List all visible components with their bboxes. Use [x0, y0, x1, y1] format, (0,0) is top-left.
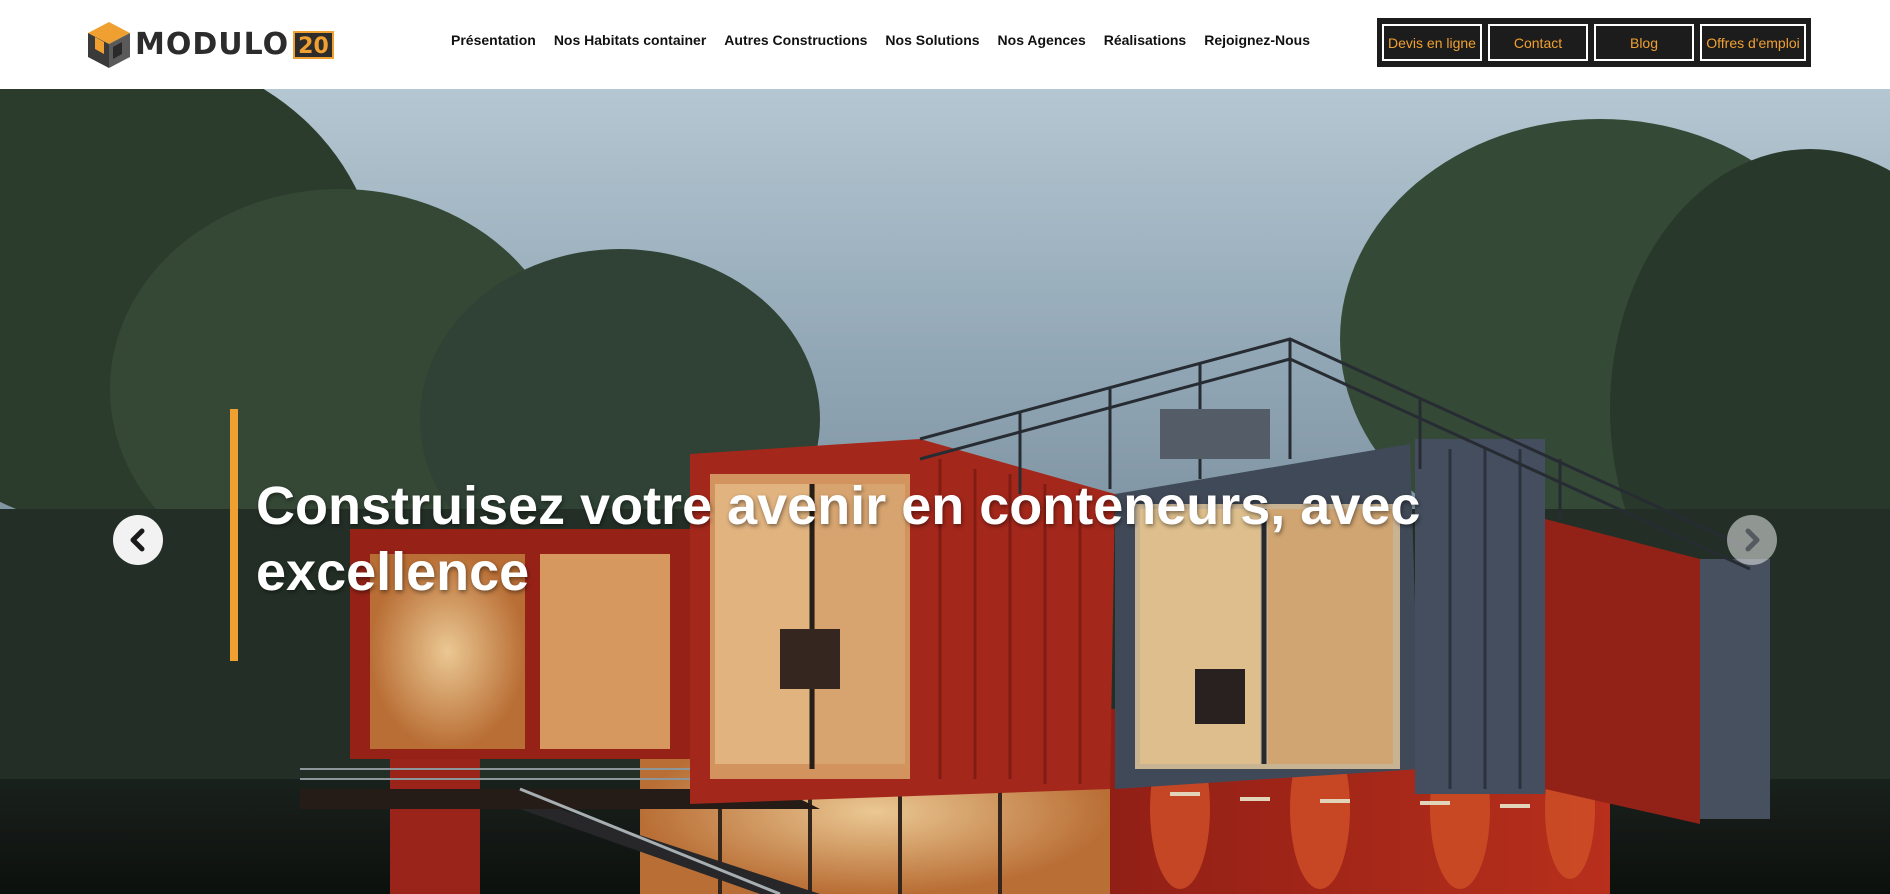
blog-button[interactable]: Blog — [1594, 24, 1694, 61]
logo-text: MODULO — [135, 27, 290, 62]
hero-caption: Construisez votre avenir en conteneurs, … — [230, 409, 1480, 661]
site-header: MODULO 20 Présentation Nos Habitats cont… — [0, 0, 1890, 89]
hero-slider: Construisez votre avenir en conteneurs, … — [0, 89, 1890, 894]
cube-logo-icon — [88, 22, 130, 68]
nav-rejoignez-nous[interactable]: Rejoignez-Nous — [1195, 30, 1319, 50]
slider-prev-button[interactable] — [113, 515, 163, 565]
nav-autres-constructions[interactable]: Autres Constructions — [715, 30, 876, 50]
hero-title: Construisez votre avenir en conteneurs, … — [256, 476, 1421, 602]
contact-button[interactable]: Contact — [1488, 24, 1588, 61]
jobs-button[interactable]: Offres d'emploi — [1700, 24, 1806, 61]
quote-button[interactable]: Devis en ligne — [1382, 24, 1482, 61]
logo-number: 20 — [293, 31, 334, 59]
chevron-right-icon — [1745, 528, 1760, 552]
nav-habitats-container[interactable]: Nos Habitats container — [545, 30, 715, 50]
chevron-left-icon — [130, 528, 145, 552]
nav-solutions[interactable]: Nos Solutions — [876, 30, 988, 50]
nav-presentation[interactable]: Présentation — [451, 30, 545, 50]
site-logo[interactable]: MODULO 20 — [86, 20, 334, 70]
nav-agences[interactable]: Nos Agences — [989, 30, 1095, 50]
nav-realisations[interactable]: Réalisations — [1095, 30, 1195, 50]
slider-next-button[interactable] — [1727, 515, 1777, 565]
cta-button-group: Devis en ligne Contact Blog Offres d'emp… — [1377, 18, 1811, 67]
main-navigation: Présentation Nos Habitats container Autr… — [451, 30, 1319, 50]
